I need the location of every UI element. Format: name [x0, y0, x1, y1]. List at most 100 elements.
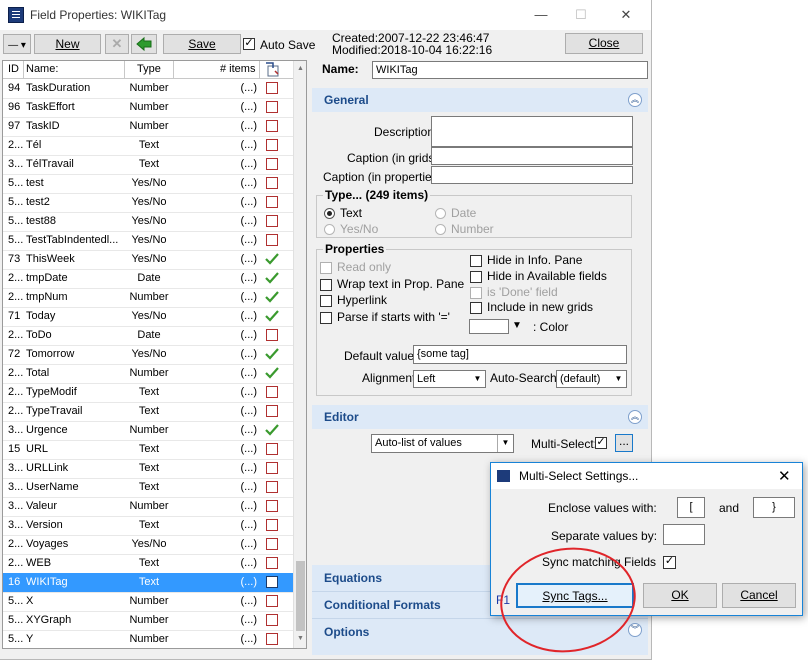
scroll-down-icon[interactable]: ▼	[297, 635, 304, 642]
table-row[interactable]: 3... Version Text (...)	[3, 516, 293, 536]
table-row[interactable]: 15 URL Text (...)	[3, 440, 293, 460]
table-row[interactable]: 16 WIKITag Text (...)	[3, 573, 293, 593]
table-row[interactable]: 73 ThisWeek Yes/No (...)	[3, 250, 293, 270]
color-dropdown-icon[interactable]: ▼	[512, 320, 522, 331]
row-checkbox[interactable]	[266, 443, 278, 455]
table-row[interactable]: 3... URLLink Text (...)	[3, 459, 293, 479]
cancel-button[interactable]: Cancel	[722, 583, 796, 608]
table-row[interactable]: 3... Valeur Number (...)	[3, 497, 293, 517]
sync-fields-checkbox[interactable]: ✓	[663, 556, 676, 569]
row-checkbox[interactable]	[266, 158, 278, 170]
row-checkbox[interactable]	[266, 481, 278, 493]
green-check-icon[interactable]	[265, 253, 279, 265]
table-row[interactable]: 96 TaskEffort Number (...)	[3, 98, 293, 118]
row-checkbox[interactable]	[266, 215, 278, 227]
new-button[interactable]: New	[34, 34, 101, 54]
close-window-button[interactable]: ✕	[611, 4, 641, 26]
type-date-radio[interactable]	[435, 208, 446, 219]
collapse-up-icon[interactable]: ︽	[628, 410, 642, 424]
table-row[interactable]: 2... Voyages Yes/No (...)	[3, 535, 293, 555]
general-section-header[interactable]: General ︽	[312, 88, 648, 112]
is-done-checkbox[interactable]	[470, 287, 482, 299]
row-checkbox[interactable]	[266, 82, 278, 94]
table-row[interactable]: 3... TélTravail Text (...)	[3, 155, 293, 175]
col-header-items[interactable]: # items	[220, 63, 255, 75]
row-checkbox[interactable]	[266, 538, 278, 550]
table-row[interactable]: 71 Today Yes/No (...)	[3, 307, 293, 327]
table-row[interactable]: 5... TestTabIndentedl... Yes/No (...)	[3, 231, 293, 251]
close-button[interactable]: Close	[565, 33, 643, 54]
table-row[interactable]: 3... UserName Text (...)	[3, 478, 293, 498]
autosearch-select[interactable]: (default) ▼	[556, 370, 627, 388]
equations-title[interactable]: Equations	[324, 571, 382, 585]
collapse-up-icon[interactable]: ︽	[628, 93, 642, 107]
row-checkbox[interactable]	[266, 177, 278, 189]
row-checkbox[interactable]	[266, 120, 278, 132]
maximize-button[interactable]: ☐	[566, 4, 596, 26]
grid-scrollbar[interactable]: ▲ ▼	[293, 61, 306, 648]
autosearch-dropdown-icon[interactable]: ▼	[611, 371, 626, 387]
row-checkbox[interactable]	[266, 614, 278, 626]
type-yesno-radio[interactable]	[324, 224, 335, 235]
caption-grids-input[interactable]	[431, 147, 633, 165]
table-row[interactable]: 5... X Number (...)	[3, 592, 293, 612]
table-row[interactable]: 2... TypeTravail Text (...)	[3, 402, 293, 422]
green-check-icon[interactable]	[265, 310, 279, 322]
fields-grid[interactable]: ID Name: Type # items 94 TaskDuration Numb…	[2, 60, 307, 649]
table-row[interactable]: 2... TypeModif Text (...)	[3, 383, 293, 403]
row-checkbox[interactable]	[266, 196, 278, 208]
caption-props-input[interactable]	[431, 166, 633, 184]
green-check-icon[interactable]	[265, 272, 279, 284]
hyperlink-checkbox[interactable]	[320, 295, 332, 307]
alignment-dropdown-icon[interactable]: ▼	[470, 371, 485, 387]
parse-if-checkbox[interactable]	[320, 312, 332, 324]
table-row[interactable]: 2... Total Number (...)	[3, 364, 293, 384]
table-row[interactable]: 2... tmpNum Number (...)	[3, 288, 293, 308]
minimize-button[interactable]: —	[526, 4, 556, 26]
row-checkbox[interactable]	[266, 633, 278, 645]
scroll-thumb[interactable]	[296, 561, 305, 631]
separate-input[interactable]	[663, 524, 705, 545]
table-row[interactable]: 72 Tomorrow Yes/No (...)	[3, 345, 293, 365]
editor-dropdown-icon[interactable]: ▼	[497, 435, 513, 452]
alignment-select[interactable]: Left ▼	[413, 370, 486, 388]
include-grids-checkbox[interactable]	[470, 302, 482, 314]
row-checkbox[interactable]	[266, 139, 278, 151]
editor-section-header[interactable]: Editor ︽	[312, 405, 648, 429]
back-button[interactable]	[131, 34, 157, 54]
row-checkbox[interactable]	[266, 101, 278, 113]
type-text-radio[interactable]	[324, 208, 335, 219]
dialog-close-icon[interactable]: ✕	[778, 467, 791, 485]
save-button[interactable]: Save	[163, 34, 241, 54]
scroll-up-icon[interactable]: ▲	[297, 65, 304, 72]
color-swatch[interactable]	[469, 319, 509, 334]
menu-dropdown-button[interactable]: — ▾	[3, 34, 31, 54]
row-checkbox[interactable]	[266, 405, 278, 417]
description-input[interactable]	[431, 116, 633, 147]
conditional-formats-title[interactable]: Conditional Formats	[324, 598, 441, 612]
wrap-text-checkbox[interactable]	[320, 279, 332, 291]
autosave-checkbox[interactable]: ✓	[243, 38, 255, 50]
table-row[interactable]: 5... XYGraph Number (...)	[3, 611, 293, 631]
col-header-name[interactable]: Name:	[26, 63, 58, 75]
table-row[interactable]: 94 TaskDuration Number (...)	[3, 79, 293, 99]
enclose-close-input[interactable]: }	[753, 497, 795, 518]
enclose-open-input[interactable]: [	[677, 497, 705, 518]
table-row[interactable]: 2... ToDo Date (...)	[3, 326, 293, 346]
row-checkbox[interactable]	[266, 462, 278, 474]
hide-info-checkbox[interactable]	[470, 255, 482, 267]
expand-down-icon[interactable]: ︾	[628, 623, 642, 637]
editor-select[interactable]: Auto-list of values ▼	[371, 434, 514, 453]
type-number-radio[interactable]	[435, 224, 446, 235]
table-row[interactable]: 2... WEB Text (...)	[3, 554, 293, 574]
table-row[interactable]: 5... test88 Yes/No (...)	[3, 212, 293, 232]
green-check-icon[interactable]	[265, 291, 279, 303]
green-check-icon[interactable]	[265, 367, 279, 379]
table-row[interactable]: 97 TaskID Number (...)	[3, 117, 293, 137]
table-row[interactable]: 2... Tél Text (...)	[3, 136, 293, 156]
options-title[interactable]: Options	[324, 625, 369, 639]
row-checkbox[interactable]	[266, 557, 278, 569]
col-header-type[interactable]: Type	[137, 63, 161, 75]
table-row[interactable]: 2... tmpDate Date (...)	[3, 269, 293, 289]
col-header-id[interactable]: ID	[8, 63, 19, 75]
